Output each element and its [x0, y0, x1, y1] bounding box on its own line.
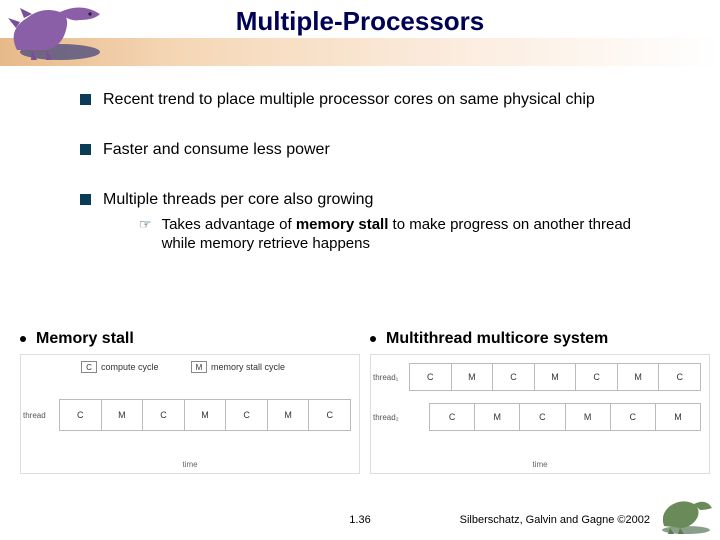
- right-heading: Multithread multicore system: [370, 330, 710, 348]
- bullet-text-wrap: Multiple threads per core also growing ☞…: [103, 190, 660, 254]
- legend-c-label: compute cycle: [101, 362, 159, 372]
- bullet-text: Multiple threads per core also growing: [103, 190, 660, 210]
- cell: C: [410, 364, 452, 390]
- cell: M: [268, 400, 310, 430]
- cell: M: [618, 364, 660, 390]
- cell: M: [566, 404, 611, 430]
- bullet-square-icon: [80, 94, 91, 105]
- legend-m-label: memory stall cycle: [211, 362, 285, 372]
- cell: C: [576, 364, 618, 390]
- left-column: Memory stall C compute cycle M memory st…: [20, 330, 360, 474]
- legend-m: M memory stall cycle: [191, 361, 285, 373]
- left-heading: Memory stall: [20, 330, 360, 348]
- sub-bullet: ☞ Takes advantage of memory stall to mak…: [139, 216, 660, 254]
- bullet-item: Multiple threads per core also growing ☞…: [80, 190, 660, 254]
- cell: M: [475, 404, 520, 430]
- time-axis: time: [21, 460, 359, 469]
- bullet-list: Recent trend to place multiple processor…: [80, 90, 660, 254]
- sub-pre: Takes advantage of: [162, 216, 296, 233]
- legend-c-box: C: [81, 361, 97, 373]
- thread-label: thread: [23, 411, 46, 420]
- sub-strong: memory stall: [296, 216, 389, 233]
- bullet-text: Recent trend to place multiple processor…: [103, 90, 595, 110]
- pointer-icon: ☞: [139, 216, 152, 254]
- legend-c: C compute cycle: [81, 361, 159, 373]
- time-axis: time: [371, 460, 709, 469]
- memory-stall-diagram: C compute cycle M memory stall cycle thr…: [20, 354, 360, 474]
- left-heading-text: Memory stall: [36, 330, 134, 347]
- dino-right-icon: [658, 494, 716, 536]
- disc-bullet-icon: [370, 336, 376, 342]
- timeline: C M C M C M C: [59, 399, 351, 431]
- diagram-columns: Memory stall C compute cycle M memory st…: [20, 330, 710, 474]
- disc-bullet-icon: [20, 336, 26, 342]
- legend-m-box: M: [191, 361, 207, 373]
- page-title: Multiple-Processors: [0, 6, 720, 37]
- multithread-diagram: thread₁ C M C M C M C thread₂ C M C M C …: [370, 354, 710, 474]
- cell: C: [143, 400, 185, 430]
- footer: 1.36 Silberschatz, Galvin and Gagne ©200…: [0, 514, 720, 534]
- cell: M: [656, 404, 700, 430]
- cell: M: [185, 400, 227, 430]
- cell: M: [535, 364, 577, 390]
- bullet-text: Faster and consume less power: [103, 140, 330, 160]
- bullet-item: Faster and consume less power: [80, 140, 660, 160]
- right-column: Multithread multicore system thread₁ C M…: [370, 330, 710, 474]
- cell: C: [60, 400, 102, 430]
- bullet-square-icon: [80, 144, 91, 155]
- cell: C: [520, 404, 565, 430]
- timeline-2: C M C M C M: [429, 403, 701, 431]
- bullet-square-icon: [80, 194, 91, 205]
- cell: C: [659, 364, 700, 390]
- credit-text: Silberschatz, Galvin and Gagne ©2002: [460, 514, 650, 526]
- cell: M: [452, 364, 494, 390]
- bullet-item: Recent trend to place multiple processor…: [80, 90, 660, 110]
- cell: C: [309, 400, 350, 430]
- cell: C: [430, 404, 475, 430]
- cell: M: [102, 400, 144, 430]
- page-number: 1.36: [349, 514, 370, 526]
- thread2-label: thread₂: [373, 413, 399, 422]
- thread1-label: thread₁: [373, 373, 398, 382]
- cell: C: [493, 364, 535, 390]
- right-heading-text: Multithread multicore system: [386, 330, 608, 347]
- sub-bullet-text: Takes advantage of memory stall to make …: [162, 216, 660, 254]
- cell: C: [226, 400, 268, 430]
- cell: C: [611, 404, 656, 430]
- timeline-1: C M C M C M C: [409, 363, 701, 391]
